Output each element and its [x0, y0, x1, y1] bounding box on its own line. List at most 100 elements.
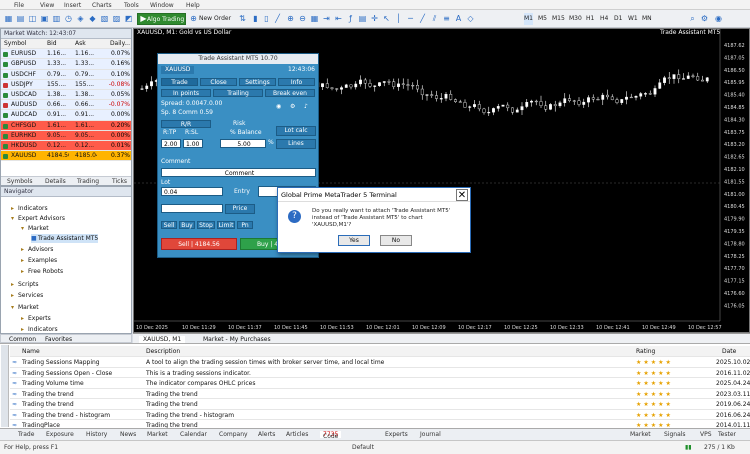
market-product-row[interactable]: ≈ Trading Sessions Mapping A tool to align…	[10, 357, 750, 368]
nav-market[interactable]: ▾ Market	[21, 224, 49, 233]
cursor-icon[interactable]: ↖	[382, 14, 391, 23]
status-vps[interactable]: VPS	[700, 431, 712, 438]
menu-window[interactable]: Window	[150, 2, 174, 9]
tab-news[interactable]: News	[120, 431, 136, 438]
search-icon[interactable]: ⌕	[688, 14, 697, 23]
ta-symbol[interactable]: XAUUSD	[161, 66, 195, 74]
status-market[interactable]: Market	[630, 431, 651, 438]
metaeditor-icon[interactable]: ◆	[88, 14, 97, 23]
tab-symbols[interactable]: Symbols	[7, 178, 32, 185]
strategy-tester-icon[interactable]: ◈	[76, 14, 85, 23]
ide-icon[interactable]: ▧	[100, 14, 109, 23]
tab-codebase[interactable]: Code Base 7735	[320, 431, 342, 447]
tf-m1[interactable]: M1	[524, 13, 533, 25]
market-watch-row[interactable]: HKDUSD 0.12... 0.12... 0.01%	[1, 140, 131, 152]
buy-sell-icon[interactable]: ⇅	[238, 14, 247, 23]
new-order-button[interactable]: New Order	[199, 13, 231, 25]
col-bid[interactable]: Bid	[47, 40, 69, 47]
zoom-out-icon[interactable]: ⊖	[298, 14, 307, 23]
ta-entry-mode[interactable]	[161, 204, 223, 213]
tab-ticks[interactable]: Ticks	[112, 178, 127, 185]
tf-w1[interactable]: W1	[628, 13, 638, 25]
new-chart-icon[interactable]: ▦	[4, 14, 13, 23]
tab-trading[interactable]: Trading	[77, 178, 99, 185]
tab-market[interactable]: Market	[147, 431, 168, 438]
tf-m5[interactable]: M5	[538, 13, 547, 25]
col-name[interactable]: Name	[22, 348, 40, 355]
no-button[interactable]: No	[380, 235, 412, 246]
shapes-icon[interactable]: ◇	[466, 14, 475, 23]
market-watch-row[interactable]: XAUUSD 4184.56 4185.04 0.37%	[1, 151, 131, 162]
menu-insert[interactable]: Insert	[64, 2, 81, 9]
line-chart-icon[interactable]: ╱	[273, 14, 282, 23]
tf-mn[interactable]: MN	[642, 13, 652, 25]
status-signals[interactable]: Signals	[664, 431, 686, 438]
tab-trade[interactable]: Trade	[18, 431, 34, 438]
ta-eye-icon[interactable]: ◉	[276, 103, 281, 111]
chart-icon[interactable]: ▨	[112, 14, 121, 23]
chart-bars-icon[interactable]: ▮	[251, 14, 260, 23]
account-icon[interactable]: ◉	[714, 14, 723, 23]
settings-icon[interactable]: ⚙	[700, 14, 709, 23]
market-watch-row[interactable]: AUDUSD 0.66... 0.66... -0.07%	[1, 100, 131, 111]
tab-alerts[interactable]: Alerts	[258, 431, 275, 438]
ta-subtab-trailing[interactable]: Trailing	[213, 89, 263, 97]
yes-button[interactable]: Yes	[338, 235, 370, 246]
market-product-row[interactable]: ≈ Trading Volume time The indicator compar…	[10, 378, 750, 389]
ta-lines-button[interactable]: Lines	[276, 139, 316, 149]
market-watch-row[interactable]: USDJPY 155.... 155.... -0.08%	[1, 79, 131, 90]
ta-bell-icon[interactable]: ♪	[304, 103, 308, 111]
ta-subtab-breakeven[interactable]: Break even	[265, 89, 315, 97]
zoom-in-icon[interactable]: ⊕	[286, 14, 295, 23]
profiles-icon[interactable]: ▤	[16, 14, 25, 23]
text-icon[interactable]: A	[454, 14, 463, 23]
ta-order-buy[interactable]: Buy	[179, 221, 195, 229]
ta-sell-button[interactable]: Sell | 4184.56	[161, 238, 237, 250]
market-product-row[interactable]: ≈ Trading the trend Trading the trend ★★★★★…	[10, 389, 750, 399]
market-tab[interactable]: Market - My Purchases	[203, 336, 271, 343]
col-symbol[interactable]: Symbol	[4, 40, 34, 47]
channel-icon[interactable]: ⫽	[430, 14, 439, 23]
menu-view[interactable]: View	[40, 2, 54, 9]
ta-balance-input[interactable]: 5.00	[220, 139, 266, 148]
nav-trade-assistant[interactable]: ■Trade Assistant MT5	[31, 234, 99, 243]
history-icon[interactable]: ◷	[64, 14, 73, 23]
tf-m15[interactable]: M15	[552, 13, 565, 25]
candles-icon[interactable]: ▯	[262, 14, 271, 23]
tf-d1[interactable]: D1	[614, 13, 622, 25]
ta-tab-info[interactable]: Info	[278, 78, 315, 86]
tf-h4[interactable]: H4	[600, 13, 608, 25]
ta-price-button[interactable]: Price	[225, 204, 255, 214]
nav-scripts[interactable]: ▸ Scripts	[11, 280, 39, 289]
close-icon[interactable]: ✕	[456, 189, 468, 201]
nav-market-experts[interactable]: ▸ Experts	[21, 314, 51, 323]
menu-charts[interactable]: Charts	[92, 2, 112, 9]
grid-icon[interactable]: ▦	[310, 14, 319, 23]
market-watch-icon[interactable]: ◫	[28, 14, 37, 23]
tab-calendar[interactable]: Calendar	[180, 431, 207, 438]
market-product-row[interactable]: ≈ Trading the trend Trading the trend ★★★★★…	[10, 399, 750, 410]
ta-lot-input[interactable]: 0.04	[161, 187, 223, 196]
menu-tools[interactable]: Tools	[124, 2, 139, 9]
trendline-icon[interactable]: ╱	[418, 14, 427, 23]
ta-subtab-points[interactable]: In points	[161, 89, 211, 97]
ta-order-pn[interactable]: Pn	[237, 221, 253, 229]
nav-free-robots[interactable]: ▸ Free Robots	[21, 267, 63, 276]
market-watch-row[interactable]: EURUSD 1.16... 1.16... 0.07%	[1, 49, 131, 60]
fibo-icon[interactable]: ≡	[442, 14, 451, 23]
market-product-row[interactable]: ≈ Trading Sessions Open - Close This is a …	[10, 368, 750, 378]
market-watch-row[interactable]: EURHKD 9.05... 9.05... 0.00%	[1, 130, 131, 141]
ta-sl-input[interactable]: 2.00	[161, 139, 181, 148]
col-daily[interactable]: Daily...	[102, 40, 130, 47]
menu-help[interactable]: Help	[186, 2, 200, 9]
ta-lot-calc-button[interactable]: Lot calc	[276, 126, 316, 136]
ta-tab-trade[interactable]: Trade	[161, 78, 198, 86]
market-watch-row[interactable]: CHFSGD 1.61... 1.61... 0.20%	[1, 120, 131, 131]
templates-icon[interactable]: ▤	[358, 14, 367, 23]
nav-expert-advisors[interactable]: ▾ Expert Advisors	[11, 214, 65, 223]
ta-tab-settings[interactable]: Settings	[239, 78, 276, 86]
shop-icon[interactable]: ◩	[124, 14, 133, 23]
tab-journal[interactable]: Journal	[420, 431, 441, 438]
status-tester[interactable]: Tester	[718, 431, 736, 438]
menu-file[interactable]: File	[14, 2, 24, 9]
